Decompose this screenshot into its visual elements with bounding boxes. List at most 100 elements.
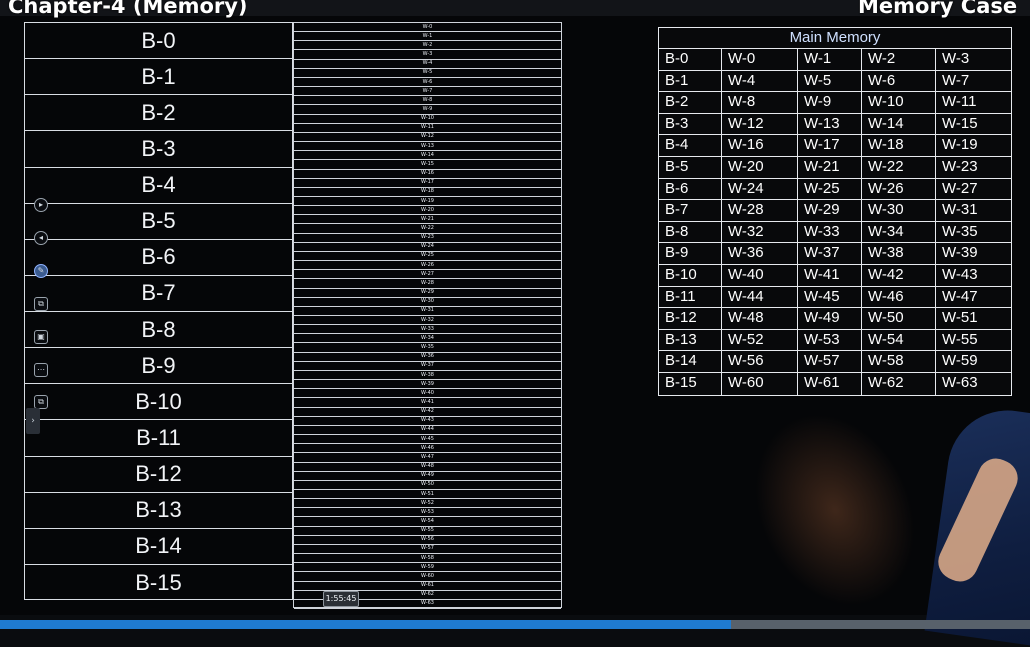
word-row: W-50 [294,481,561,490]
block-label-cell: B-12 [659,308,722,329]
word-cell: W-56 [722,351,798,372]
word-cell: W-52 [722,329,798,351]
word-cell: W-25 [798,178,862,200]
word-cell: W-54 [862,329,936,351]
word-cell: W-23 [942,157,978,175]
table-row: B-11 W-44 W-45 W-46 W-47 [659,286,1011,309]
main-memory-title: Main Memory [659,28,1011,49]
word-row: W-43 [294,417,561,426]
block-label-cell: B-4 [659,135,722,156]
word-cell: W-10 [862,92,936,113]
light-glare [724,387,946,633]
word-cell: W-55 [942,330,978,348]
table-row: B-0 W-0 W-1 W-2 W-3 [659,49,1011,71]
pen-icon[interactable]: ✎ [34,264,48,278]
main-memory-body: B-0 W-0 W-1 W-2 W-3 B-1 W-4 W-5 W-6 W-7 B-2 W-8 W-9 W… [659,49,1011,395]
word-cell: W-5 [798,70,862,92]
word-row: W-47 [294,453,561,463]
word-row: W-36 [294,353,561,362]
word-row: W-8 [294,96,561,106]
block-label-cell: B-7 [659,200,722,221]
word-cell: W-6 [862,70,936,92]
side-panel-handle[interactable]: › [26,408,40,434]
word-row: W-2 [294,41,561,51]
word-row: W-1 [294,32,561,42]
block-row: B-3 [25,131,292,168]
word-cell: W-27 [942,179,978,197]
more-icon[interactable]: ⋯ [34,363,48,377]
word-row: W-12 [294,133,561,143]
word-cell: W-16 [722,135,798,156]
word-cell: W-33 [798,221,862,243]
word-row: W-28 [294,279,561,289]
word-cell: W-34 [862,221,936,243]
word-cell: W-60 [722,372,798,395]
word-row: W-27 [294,270,561,280]
table-row: B-3 W-12 W-13 W-14 W-15 [659,113,1011,136]
word-cell: W-49 [798,308,862,329]
word-cell: W-46 [862,286,936,308]
word-row: W-14 [294,151,561,161]
word-cell: W-62 [862,372,936,395]
block-row: B-9 [25,348,292,385]
play-circle-icon[interactable]: ▸ [34,198,48,212]
word-cell: W-26 [862,178,936,200]
block-row: B-2 [25,95,292,132]
word-row: W-60 [294,572,561,582]
block-label-cell: B-8 [659,221,722,243]
word-row: W-59 [294,563,561,573]
block-row: B-0 [25,23,292,60]
word-row: W-0 [294,23,561,33]
word-cell: W-17 [798,135,862,156]
copy-icon[interactable]: ⧉ [34,297,48,311]
word-row: W-25 [294,252,561,262]
word-cell: W-38 [862,243,936,264]
block-label-cell: B-6 [659,178,722,200]
word-row: W-55 [294,527,561,536]
word-row: W-5 [294,69,561,78]
word-cell: W-63 [942,373,978,391]
block-row: B-14 [25,529,292,565]
table-row: B-2 W-8 W-9 W-10 W-11 [659,92,1011,114]
word-cell: W-51 [942,309,978,327]
back-circle-icon[interactable]: ◂ [34,231,48,245]
word-row: W-9 [294,105,561,115]
block-row: B-5 [25,204,292,240]
block-row: B-4 [25,168,292,204]
image-icon[interactable]: ▣ [34,330,48,344]
block-row: B-12 [25,457,292,493]
word-cell: W-47 [942,287,978,305]
block-row: B-15 [135,569,182,595]
word-cell: W-3 [942,50,970,67]
table-row: B-6 W-24 W-25 W-26 W-27 [659,178,1011,201]
word-cell: W-14 [862,113,936,135]
screen-share-icon[interactable]: ⧉ [34,395,48,409]
word-cell: W-35 [942,222,978,240]
word-cell: W-24 [722,178,798,200]
block-label-cell: B-10 [659,264,722,286]
word-row: W-58 [294,554,561,564]
word-cell: W-4 [722,70,798,92]
word-row: W-26 [294,261,561,271]
table-row: B-12 W-48 W-49 W-50 W-51 [659,308,1011,330]
block-row: B-7 [25,276,292,312]
block-row: B-8 [25,312,292,349]
block-row: B-1 [25,59,292,96]
table-row: B-14 W-56 W-57 W-58 W-59 [659,351,1011,373]
word-row: W-42 [294,408,561,417]
word-cell: W-1 [798,49,862,70]
chapter-title: Chapter-4 (Memory) [8,0,248,18]
word-cell: W-9 [798,92,862,113]
word-row: W-39 [294,380,561,390]
word-row: W-17 [294,179,561,188]
word-row: W-32 [294,316,561,326]
word-row: W-21 [294,215,561,225]
word-row: W-41 [294,398,561,408]
word-cell: W-12 [722,113,798,135]
word-row: W-3 [294,50,561,60]
video-progress-bar[interactable] [0,620,1030,629]
word-row: W-44 [294,426,561,436]
word-cell: W-48 [722,308,798,329]
case-title: Memory Case [858,0,1018,18]
word-row: W-29 [294,289,561,298]
